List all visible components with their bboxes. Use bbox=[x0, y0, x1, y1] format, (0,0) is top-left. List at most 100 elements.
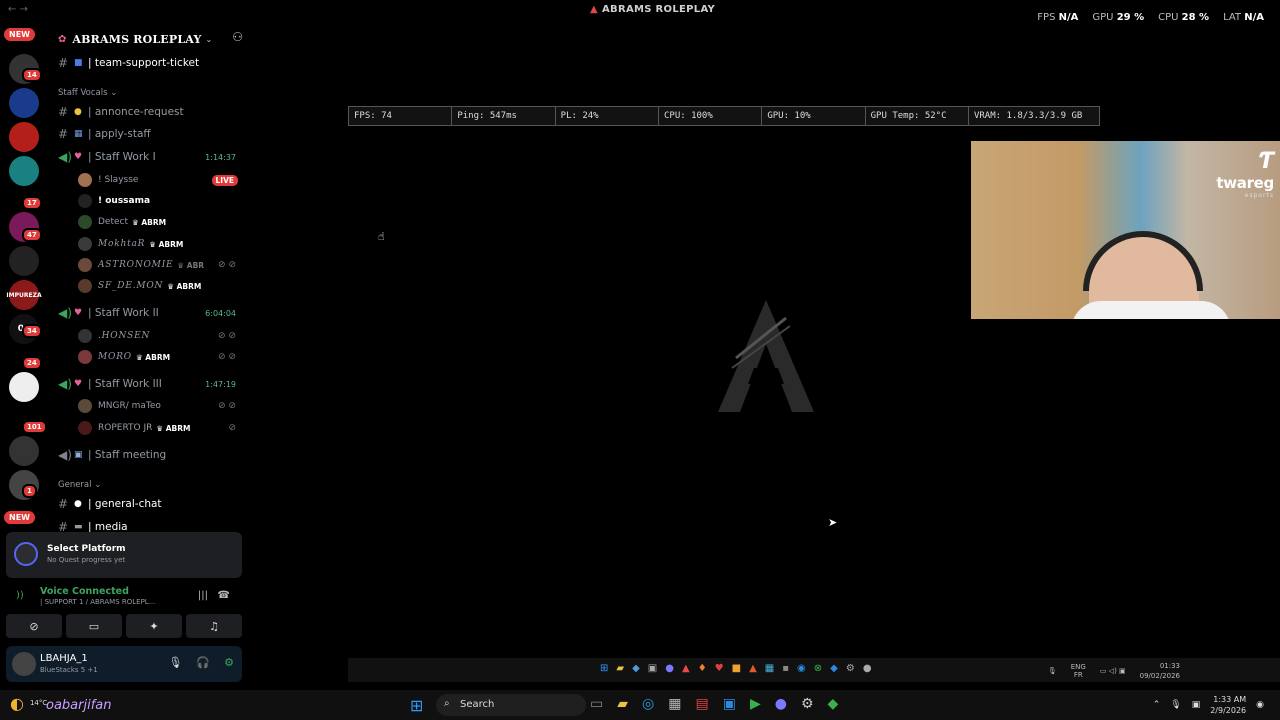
voice-channel-staff-meeting[interactable]: ◀) ▣ | Staff meeting bbox=[58, 446, 240, 464]
edge-icon[interactable]: ◎ bbox=[642, 696, 654, 712]
streamed-taskbar: ⊞ ▰ ◆ ▣ ● ▲ ♦ ♥ ■ ▲ ▦ ▪ ◉ ⊗ ◆ ⚙ ● 🎙 ENG F… bbox=[348, 658, 1280, 682]
app-icon: ▪ bbox=[782, 663, 790, 674]
role-tag-label: ABRM bbox=[145, 352, 171, 362]
chat-icon: ● bbox=[74, 499, 82, 509]
speaker-icon: ◀) bbox=[58, 150, 72, 164]
windows-taskbar: ◐ 14°C oabarjifan ⊞ ⌕ Search ▭ ▰ ◎ ▦ ▤ ▣ … bbox=[0, 690, 1280, 720]
app-icon[interactable]: ▤ bbox=[695, 696, 708, 712]
disconnect-icon[interactable]: ☎ bbox=[218, 590, 230, 601]
voice-user[interactable]: .HONSEN ⊘ ⊘ bbox=[78, 327, 238, 345]
app-icon[interactable]: ▶ bbox=[750, 696, 761, 712]
channel-apply-staff[interactable]: # ▦ | apply-staff bbox=[58, 125, 240, 143]
settings-icon: ⚙ bbox=[845, 663, 855, 674]
chevron-up-icon[interactable]: ⌃ bbox=[1153, 700, 1161, 710]
voice-user[interactable]: MokhtaR ♛ ABRM bbox=[78, 235, 238, 253]
server-icon[interactable] bbox=[9, 436, 39, 466]
gear-icon[interactable]: ⚙ bbox=[224, 656, 234, 669]
server-badge-icon: ✿ bbox=[58, 33, 67, 45]
channel-general-chat[interactable]: # ● | general-chat bbox=[58, 495, 240, 513]
avatar[interactable] bbox=[12, 652, 36, 676]
server-icon[interactable] bbox=[9, 122, 39, 152]
voice-channel-name[interactable]: | SUPPORT 1 / ABRAMS ROLEPL... bbox=[40, 598, 155, 606]
voice-user[interactable]: MNGR/ maTeo ⊘ ⊘ bbox=[78, 397, 238, 415]
avatar bbox=[78, 279, 92, 293]
overlay-fps: FPS: 74 bbox=[349, 107, 453, 125]
app-icon: ♦ bbox=[697, 663, 707, 674]
streamed-tray: 🎙 ENG FR ▭ ◁) ▣ 01:33 09/02/2026 bbox=[1048, 661, 1180, 681]
heart-icon: ♥ bbox=[74, 379, 83, 389]
quest-title: Select Platform bbox=[47, 544, 126, 554]
bulb-icon: ● bbox=[74, 107, 82, 117]
voice-user[interactable]: ASTRONOMIE ♛ ABR ⊘ ⊘ bbox=[78, 256, 238, 274]
channel-label: | Staff Work I bbox=[88, 151, 156, 163]
discord-icon: ● bbox=[665, 663, 674, 674]
headphones-icon[interactable]: 🎧 bbox=[196, 656, 210, 669]
voice-user[interactable]: ! Slaysse LIVE bbox=[78, 171, 238, 189]
server-icon[interactable] bbox=[9, 372, 39, 402]
role-tag-label: ABRM bbox=[158, 239, 184, 249]
camera-off-icon[interactable]: ⊘ bbox=[6, 614, 62, 638]
channel-label: | Staff Work III bbox=[88, 378, 162, 390]
file-explorer-icon[interactable]: ▰ bbox=[617, 696, 628, 712]
category-general[interactable]: General ⌄ bbox=[58, 480, 101, 490]
weather-widget[interactable]: ◐ 14°C bbox=[10, 694, 47, 713]
heart-icon: ♥ bbox=[74, 152, 83, 162]
microphone-icon[interactable]: 🎙 bbox=[168, 656, 182, 669]
mic-icon[interactable]: 🎙 bbox=[1170, 700, 1181, 710]
overlay-gpu: GPU: 10% bbox=[762, 107, 866, 125]
server-icon[interactable] bbox=[9, 156, 39, 186]
calendar-icon: ▣ bbox=[74, 450, 83, 460]
windows-icon: ⊞ bbox=[600, 663, 609, 674]
network-icon[interactable]: ▣ bbox=[1192, 700, 1201, 710]
invite-user-icon[interactable]: ⚇ bbox=[232, 30, 243, 44]
category-staff-vocals[interactable]: Staff Vocals ⌄ bbox=[58, 88, 117, 98]
stream-view[interactable]: FPS: 74 Ping: 547ms PL: 24% CPU: 100% GP… bbox=[248, 22, 1280, 682]
server-icon[interactable] bbox=[9, 246, 39, 276]
nav-arrows-icon[interactable]: ← → bbox=[8, 4, 28, 15]
voice-channel-staff-work-1[interactable]: ◀) ♥ | Staff Work I 1:14:37 bbox=[58, 148, 240, 166]
voice-user[interactable]: ! oussama bbox=[78, 192, 238, 210]
noise-suppression-icon[interactable]: ||| bbox=[198, 590, 208, 601]
screen-share-icon[interactable]: ▭ bbox=[66, 614, 122, 638]
temperature: 14°C bbox=[29, 699, 48, 707]
server-logo-icon: ▲ bbox=[590, 4, 598, 15]
bluestacks-icon[interactable]: ◆ bbox=[828, 696, 839, 712]
channel-team-support[interactable]: # ■ | team-support-ticket bbox=[58, 54, 240, 72]
windows-start-icon[interactable]: ⊞ bbox=[410, 696, 423, 715]
activities-icon[interactable]: ✦ bbox=[126, 614, 182, 638]
webcam-feed: Ƭ twareg esports bbox=[971, 141, 1280, 319]
voice-user[interactable]: SF_DE.MON ♛ ABRM bbox=[78, 277, 238, 295]
overlay-packet-loss: PL: 24% bbox=[556, 107, 659, 125]
discord-icon[interactable]: ● bbox=[775, 696, 787, 712]
game-loading-logo bbox=[718, 300, 814, 412]
app-icon: ▲ bbox=[681, 663, 690, 674]
unread-count: 24 bbox=[22, 356, 42, 370]
server-header[interactable]: ✿ ABRAMS ROLEPLAY ⌄ ⚇ bbox=[58, 30, 243, 48]
app-icon[interactable]: ▣ bbox=[723, 696, 736, 712]
system-clock[interactable]: 1:33 AM 2/9/2026 bbox=[1210, 694, 1246, 716]
voice-channel-staff-work-3[interactable]: ◀) ♥ | Staff Work III 1:47:19 bbox=[58, 375, 240, 393]
avatar bbox=[78, 350, 92, 364]
role-tag-label: ABRM bbox=[176, 281, 202, 291]
taskbar-search[interactable]: ⌕ Search bbox=[436, 694, 586, 716]
unread-count: 1 bbox=[22, 484, 37, 498]
store-icon[interactable]: ▦ bbox=[668, 696, 681, 712]
signal-icon[interactable]: )) bbox=[16, 590, 24, 601]
app-icon[interactable]: ⚙ bbox=[801, 696, 814, 712]
notification-icon[interactable]: ◉ bbox=[1256, 700, 1264, 710]
user-name: SF_DE.MON bbox=[98, 281, 164, 291]
soundboard-icon[interactable]: ♫ bbox=[186, 614, 242, 638]
hash-icon: # bbox=[58, 56, 69, 70]
session-timer: 1:14:37 bbox=[205, 152, 236, 162]
voice-user[interactable]: ROPERTO JR ♛ ABRM ⊘ bbox=[78, 419, 238, 437]
task-view-icon[interactable]: ▭ bbox=[590, 696, 603, 712]
voice-user[interactable]: Detect ♛ ABRM bbox=[78, 213, 238, 231]
voice-channel-staff-work-2[interactable]: ◀) ♥ | Staff Work II 6:04:04 bbox=[58, 304, 240, 322]
quest-panel[interactable]: Select Platform No Quest progress yet bbox=[6, 532, 242, 578]
server-icon[interactable]: IMPUREZA bbox=[6, 280, 42, 310]
role-tag: ♛ ABRM bbox=[149, 239, 184, 249]
server-icon[interactable] bbox=[9, 88, 39, 118]
channel-annonce-request[interactable]: # ● | annonce-request bbox=[58, 103, 240, 121]
system-tray: ⌃ 🎙 ▣ 1:33 AM 2/9/2026 ◉ bbox=[1153, 694, 1264, 716]
voice-user[interactable]: MORO ♛ ABRM ⊘ ⊘ bbox=[78, 348, 238, 366]
